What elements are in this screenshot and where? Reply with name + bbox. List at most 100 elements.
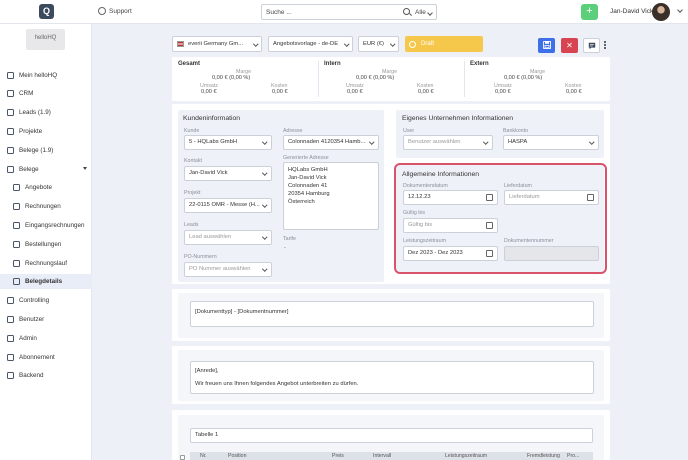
chevron-down-icon	[261, 234, 267, 240]
sidebar-item-crm[interactable]: CRM	[0, 86, 92, 101]
intro-line: [Anrede],	[195, 368, 219, 374]
column-header: Nr.	[200, 453, 207, 459]
table-title-value: Tabelle 1	[195, 432, 219, 438]
company-select-value: everii Germany Gm...	[188, 41, 244, 47]
sidebar-item-belege-count[interactable]: Belege (1.9)	[0, 143, 92, 158]
adresse-select[interactable]: Colonnaden 4120354 Hamb...	[283, 135, 379, 150]
user-select[interactable]: Benutzer auswählen	[403, 135, 493, 150]
sidebar-item-belege[interactable]: Belege	[0, 162, 92, 177]
sidebar-item-rechnungslauf[interactable]: Rechnungslauf	[0, 256, 92, 271]
chevron-down-icon[interactable]	[677, 7, 683, 13]
comment-button[interactable]	[583, 38, 600, 53]
chevron-down-icon	[261, 170, 267, 176]
summary-intern: Intern Marge 0,00 € (0,00 %) Umsatz 0,00…	[318, 57, 464, 101]
sidebar-item-label: Belege	[19, 166, 39, 173]
chevron-down-icon	[261, 266, 267, 272]
bank-label: Bankkonto	[503, 128, 529, 134]
status-badge[interactable]: Draft	[405, 36, 483, 52]
address-line: Colonnaden 41	[288, 183, 328, 189]
address-line: Österreich	[288, 199, 315, 205]
sidebar-item-label: Controlling	[19, 297, 50, 304]
add-button[interactable]: +	[581, 4, 598, 20]
search-icon[interactable]	[403, 8, 410, 15]
sidebar-item-mein-hellohq[interactable]: Mein helloHQ	[0, 68, 92, 83]
status-icon	[409, 40, 416, 48]
select-all-checkbox[interactable]	[180, 455, 185, 460]
tarife-label: Tarife	[283, 236, 296, 242]
sidebar-item-label: Backend	[19, 372, 44, 379]
chevron-down-icon	[427, 10, 433, 16]
chevron-down-icon	[588, 139, 594, 145]
kosten-value: 0,00 €	[272, 89, 288, 95]
sidebar-item-backend[interactable]: Backend	[0, 368, 92, 383]
kontakt-label: Kontakt	[184, 158, 202, 164]
save-button[interactable]	[538, 38, 555, 53]
sidebar-item-projekte[interactable]: Projekte	[0, 124, 92, 139]
company-select[interactable]: everii Germany Gm...	[172, 36, 262, 52]
order-icon	[13, 241, 20, 248]
search-scope-select[interactable]: Alle	[415, 9, 426, 16]
offer-icon	[13, 184, 20, 191]
doc-title-input[interactable]: [Dokumenttyp] - [Dokumentnummer]	[190, 301, 594, 327]
status-label: Draft	[421, 41, 435, 47]
template-select-value: Angebotsvorlage - de-DE	[273, 41, 339, 47]
card-title: Kundeninformation	[183, 115, 241, 122]
projekt-label: Projekt	[184, 190, 201, 196]
app-logo[interactable]: Q	[39, 4, 54, 19]
users-icon	[7, 316, 14, 323]
summary-title: Extern	[470, 61, 489, 67]
sidebar-item-label: Eingangsrechnungen	[25, 222, 85, 229]
column-header: Position	[228, 453, 247, 459]
umsatz-value: 0,00 €	[201, 89, 217, 95]
leads-select[interactable]: Lead auswählen	[184, 230, 272, 245]
po-select[interactable]: PO Nummer auswählen	[184, 262, 272, 277]
template-select[interactable]: Angebotsvorlage - de-DE	[268, 36, 353, 52]
currency-select[interactable]: EUR (€)	[358, 36, 399, 52]
chevron-down-icon	[389, 41, 395, 47]
kunde-select[interactable]: 5 - HQLabs GmbH	[184, 135, 272, 150]
search-input[interactable]: Suche ...	[266, 9, 292, 16]
document-detail-icon	[13, 278, 20, 285]
sidebar-item-admin[interactable]: Admin	[0, 331, 92, 346]
support-link[interactable]: Support	[98, 7, 132, 15]
sidebar-item-label: Leads (1.9)	[19, 109, 51, 116]
sidebar-item-benutzer[interactable]: Benutzer	[0, 312, 92, 327]
kontakt-select[interactable]: Jan-David Vick	[184, 166, 272, 181]
sidebar-item-bestellungen[interactable]: Bestellungen	[0, 237, 92, 252]
more-options-icon[interactable]	[604, 41, 606, 43]
bank-value: HASPA	[508, 139, 528, 145]
po-placeholder: PO Nummer auswählen	[189, 266, 251, 272]
sidebar-item-abonnement[interactable]: Abonnement	[0, 350, 92, 365]
currency-select-value: EUR (€)	[363, 41, 384, 47]
cancel-button[interactable]: ✕	[561, 38, 578, 53]
chevron-down-icon	[368, 139, 374, 145]
table-title-input[interactable]: Tabelle 1	[190, 428, 593, 443]
highlight-frame	[394, 163, 607, 274]
address-line: Jan-David Vick	[288, 175, 327, 181]
column-header: Leistungszeitraum	[445, 453, 488, 459]
sidebar-item-angebote[interactable]: Angebote	[0, 180, 92, 195]
sidebar-item-rechnungen[interactable]: Rechnungen	[0, 199, 92, 214]
user-placeholder: Benutzer auswählen	[408, 139, 461, 145]
bank-select[interactable]: HASPA	[503, 135, 599, 150]
search-box[interactable]: Suche ... Alle	[261, 4, 437, 20]
sidebar-item-belegdetails[interactable]: Belegdetails	[0, 274, 92, 289]
adresse-label: Adresse	[283, 128, 303, 134]
projekt-select[interactable]: 22-0115 OMR - Messe (H...	[184, 198, 272, 213]
sidebar-item-leads[interactable]: Leads (1.9)	[0, 105, 92, 120]
intro-text-editor[interactable]: [Anrede], Wir freuen uns Ihnen folgendes…	[190, 361, 594, 394]
sidebar-item-label: Benutzer	[19, 316, 45, 323]
avatar[interactable]	[652, 3, 670, 21]
invoice-icon	[13, 203, 20, 210]
user-name[interactable]: Jan-David Vick	[610, 8, 653, 15]
generated-address-field[interactable]: HQLabs GmbH Jan-David Vick Colonnaden 41…	[283, 162, 379, 230]
sidebar-item-controlling[interactable]: Controlling	[0, 293, 92, 308]
column-header: Pro...	[567, 453, 580, 459]
sidebar-item-label: Belegdetails	[25, 278, 63, 285]
table-header-row: Nr. Position Preis Intervall Leistungsze…	[190, 452, 593, 460]
sidebar-item-eingangsrechnungen[interactable]: Eingangsrechnungen	[0, 218, 92, 233]
user-label: User	[403, 128, 415, 134]
marge-value: 0,00 € (0,00 %)	[356, 75, 395, 81]
chevron-down-icon	[343, 41, 349, 47]
projekt-value: 22-0115 OMR - Messe (H...	[189, 202, 260, 208]
